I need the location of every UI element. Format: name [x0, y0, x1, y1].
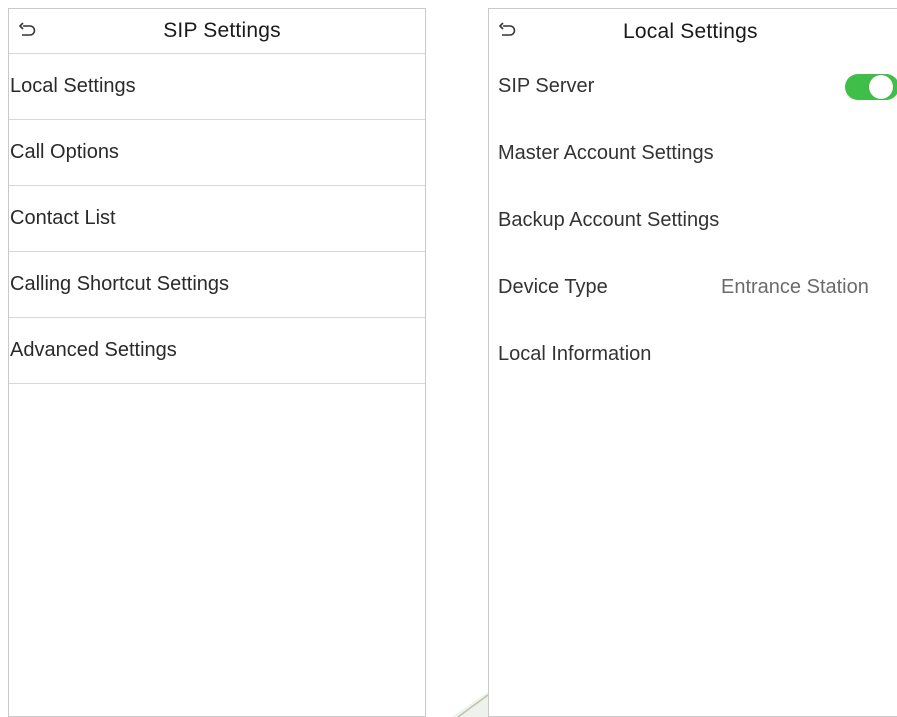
- setting-backup-account[interactable]: Backup Account Settings: [489, 187, 897, 254]
- toggle-knob: [869, 75, 893, 99]
- menu-item-advanced-settings[interactable]: Advanced Settings: [9, 318, 425, 384]
- menu-item-label: Contact List: [10, 207, 116, 229]
- sip-server-toggle[interactable]: [845, 74, 897, 100]
- screenshot-stage: SIP Settings Local Settings Call Options…: [0, 0, 897, 717]
- setting-label: Backup Account Settings: [498, 209, 720, 231]
- menu-item-call-options[interactable]: Call Options: [9, 120, 425, 186]
- setting-label: Local Information: [498, 343, 652, 365]
- page-fold-decoration: [452, 692, 488, 717]
- local-settings-header: Local Settings: [489, 9, 897, 55]
- setting-master-account[interactable]: Master Account Settings: [489, 120, 897, 187]
- device-type-value: Entrance Station: [721, 276, 869, 298]
- menu-item-label: Call Options: [10, 141, 119, 163]
- menu-item-calling-shortcut-settings[interactable]: Calling Shortcut Settings: [9, 252, 425, 318]
- setting-local-information[interactable]: Local Information: [489, 321, 897, 388]
- setting-sip-server[interactable]: SIP Server: [489, 53, 897, 120]
- menu-item-contact-list[interactable]: Contact List: [9, 186, 425, 252]
- setting-label: SIP Server: [498, 75, 595, 97]
- menu-item-local-settings[interactable]: Local Settings: [9, 54, 425, 120]
- undo-arrow-icon[interactable]: [497, 21, 517, 41]
- menu-item-label: Calling Shortcut Settings: [10, 273, 230, 295]
- setting-device-type[interactable]: Device Type Entrance Station: [489, 254, 897, 321]
- setting-label: Device Type: [498, 276, 608, 298]
- page-title: Local Settings: [623, 20, 758, 43]
- setting-label: Master Account Settings: [498, 142, 714, 164]
- sip-settings-header: SIP Settings: [9, 9, 425, 54]
- sip-settings-screen: SIP Settings Local Settings Call Options…: [8, 8, 426, 717]
- menu-item-label: Local Settings: [10, 75, 136, 97]
- undo-arrow-icon[interactable]: [17, 21, 37, 41]
- local-settings-screen: Local Settings SIP Server Master Account…: [488, 8, 897, 717]
- menu-item-label: Advanced Settings: [10, 339, 177, 361]
- page-title: SIP Settings: [163, 19, 281, 42]
